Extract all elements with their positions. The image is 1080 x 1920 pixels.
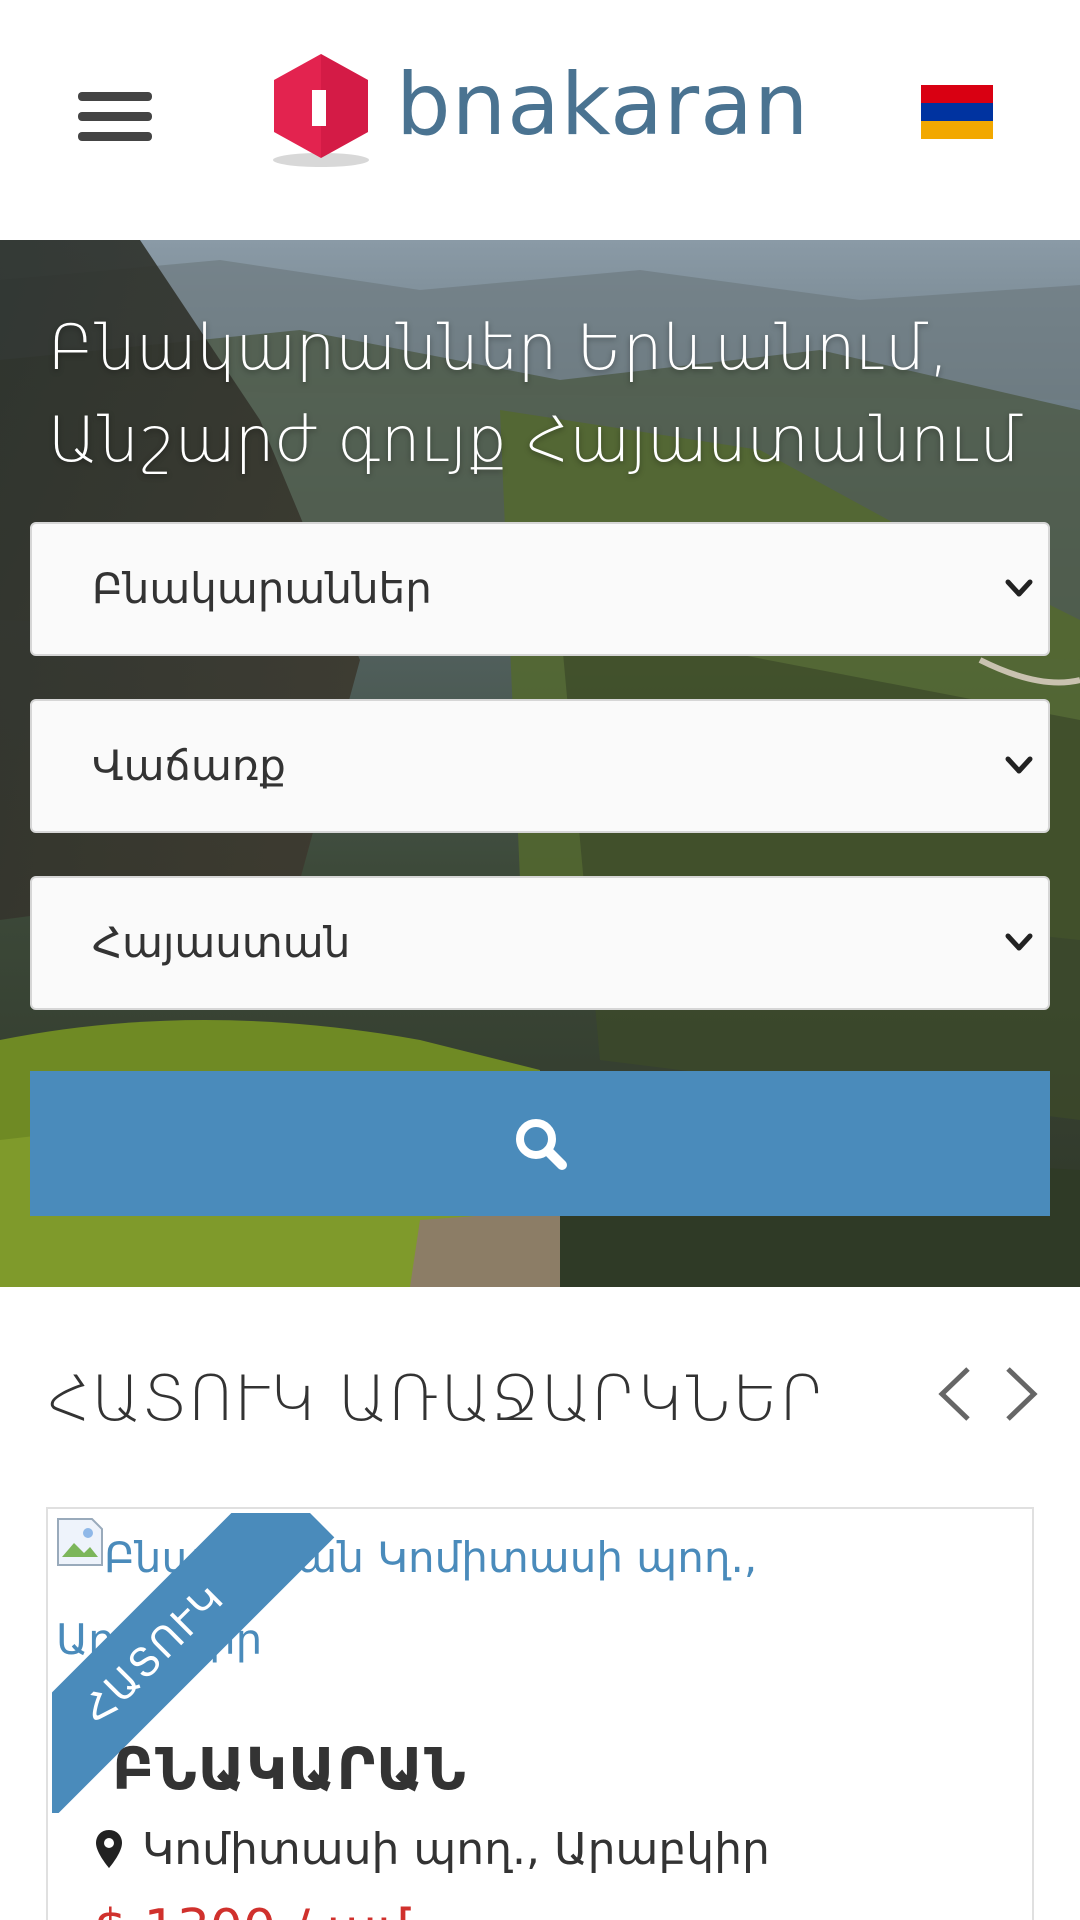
property-type-value: Բնակարաններ bbox=[92, 564, 432, 613]
listing-address: Կոմիտասի պող., Արաբկիր bbox=[94, 1824, 770, 1875]
chevron-down-icon bbox=[1005, 933, 1033, 951]
deal-type-value: Վաճառք bbox=[92, 741, 286, 790]
hero-search-section: Բնակարաններ Երևանում, Անշարժ գույք Հայաս… bbox=[0, 240, 1080, 1287]
map-marker-icon bbox=[96, 1830, 122, 1868]
search-icon bbox=[516, 1119, 567, 1170]
hero-title-line-1: Բնակարաններ Երևանում, bbox=[48, 311, 949, 384]
listing-address-text: Կոմիտասի պող., Արաբկիր bbox=[142, 1824, 770, 1875]
listing-type[interactable]: ԲՆԱԿԱՐԱՆ bbox=[112, 1735, 467, 1803]
listing-price: $ 1300 / ամ bbox=[94, 1899, 410, 1920]
location-value: Հայաստան bbox=[92, 918, 351, 967]
property-type-select[interactable]: Բնակարաններ bbox=[30, 522, 1050, 656]
hero-title: Բնակարաններ Երևանում, Անշարժ գույք Հայաս… bbox=[48, 302, 1048, 486]
chevron-down-icon bbox=[1005, 756, 1033, 774]
featured-listing-card[interactable]: Բնակարան Կոմիտասի պող., Արաբկիր ՀԱՏՈՒԿ Բ… bbox=[46, 1507, 1034, 1920]
featured-offers-title: ՀԱՏՈՒԿ ԱՌԱՋԱՐԿՆԵՐ bbox=[48, 1362, 826, 1435]
hero-title-line-2: Անշարժ գույք Հայաստանում bbox=[48, 403, 1024, 476]
location-select[interactable]: Հայաստան bbox=[30, 876, 1050, 1010]
hamburger-menu-icon[interactable] bbox=[78, 88, 154, 144]
chevron-left-icon[interactable] bbox=[934, 1365, 974, 1423]
logo-text: bnakaran bbox=[396, 55, 810, 155]
search-button[interactable] bbox=[30, 1071, 1050, 1216]
deal-type-select[interactable]: Վաճառք bbox=[30, 699, 1050, 833]
chevron-right-icon[interactable] bbox=[1002, 1365, 1042, 1423]
logo-mark-icon bbox=[273, 54, 369, 167]
site-logo[interactable]: bnakaran bbox=[266, 50, 810, 168]
chevron-down-icon bbox=[1005, 579, 1033, 597]
armenian-flag-icon[interactable] bbox=[921, 85, 993, 139]
site-header: bnakaran bbox=[0, 0, 1080, 240]
